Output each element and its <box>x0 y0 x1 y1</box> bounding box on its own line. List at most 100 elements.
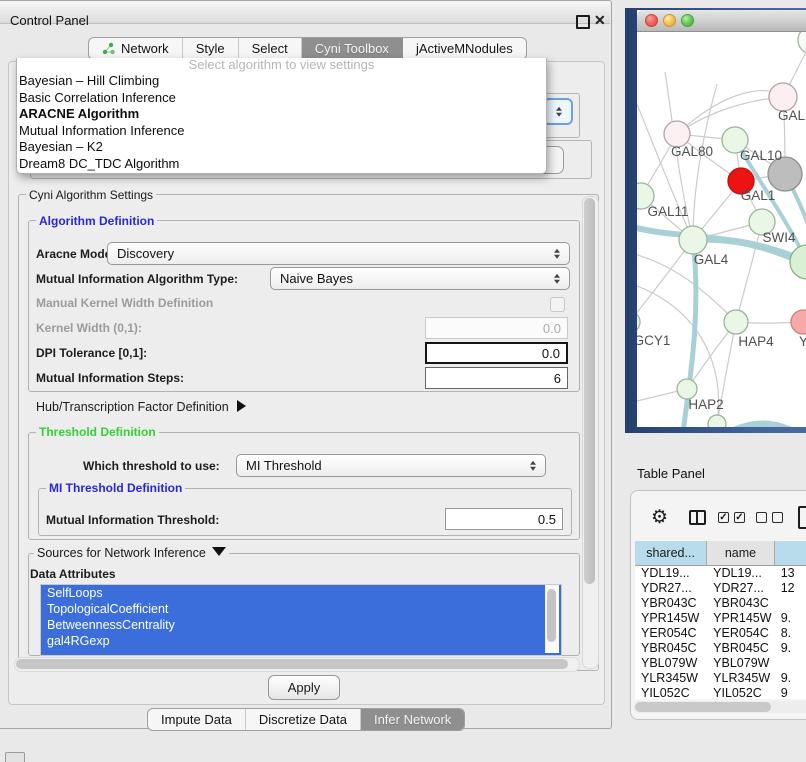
manual-kernel-checkbox[interactable] <box>550 297 565 312</box>
table-cell: YPR145W <box>707 611 775 626</box>
network-node-hap4[interactable] <box>724 310 748 334</box>
aracne-mode-select[interactable]: Discovery <box>107 242 570 265</box>
tab-impute-data[interactable]: Impute Data <box>148 709 246 730</box>
table-row[interactable]: YPR145WYPR145W9. <box>635 611 806 626</box>
algorithm-combobox-arrow[interactable] <box>543 98 573 125</box>
table-row[interactable]: YIL052CYIL052C9 <box>635 686 806 699</box>
screen: Control Panel ✕ Network StyleSelectCyni T… <box>0 0 806 762</box>
network-canvas[interactable]: GALGAL80GAL10GAL1GAL11SWI4GAL4GCY1HAP4YH… <box>637 32 806 427</box>
close-red-icon[interactable] <box>645 14 658 27</box>
unchecked-checkbox-icon[interactable] <box>756 512 767 523</box>
tab-style[interactable]: Style <box>183 38 239 59</box>
mi-threshold-field[interactable]: 0.5 <box>445 508 563 530</box>
gear-icon[interactable]: ⚙ <box>651 508 668 528</box>
algorithm-option[interactable]: Basic Correlation Inference <box>17 90 546 107</box>
split-columns-icon[interactable] <box>689 510 706 525</box>
table-row[interactable]: YDR27...YDR27...12 <box>635 581 806 596</box>
which-threshold-label: Which threshold to use: <box>83 459 220 473</box>
data-attribute-item[interactable]: SelfLoops <box>41 585 561 601</box>
expand-right-icon[interactable] <box>237 400 246 412</box>
algorithm-option[interactable]: Bayesian – K2 <box>17 139 546 156</box>
data-attribute-item[interactable]: BetweennessCentrality <box>41 617 561 633</box>
mi-threshold-label: Mutual Information Threshold: <box>46 513 219 527</box>
data-attribute-item[interactable]: TopologicalCoefficient <box>41 601 561 617</box>
minimize-yellow-icon[interactable] <box>663 14 676 27</box>
network-node[interactable] <box>790 245 806 279</box>
attributes-scrollbar-thumb[interactable] <box>547 589 556 642</box>
data-attributes-list[interactable]: SelfLoopsTopologicalCoefficientBetweenne… <box>40 584 562 656</box>
table-cell: YLR345W <box>707 671 775 686</box>
node-label: GCY1 <box>637 333 670 348</box>
control-panel-titlebar[interactable]: Control Panel ✕ <box>0 1 610 24</box>
cyni-bottom-tabbar: Impute DataDiscretize DataInfer Network <box>147 708 465 731</box>
mi-type-select[interactable]: Naive Bayes <box>270 267 570 290</box>
dpi-tolerance-label: DPI Tolerance [0,1]: <box>36 346 147 360</box>
table-cell: YBL079W <box>635 656 707 671</box>
minimized-panel-icon[interactable] <box>5 752 25 762</box>
network-node-y[interactable] <box>791 310 806 334</box>
settings-vertical-scrollbar-thumb[interactable] <box>584 198 595 584</box>
network-node-gcy1[interactable] <box>637 311 640 333</box>
column-header[interactable]: name <box>707 541 775 565</box>
table-horizontal-scrollbar-thumb[interactable] <box>635 702 771 712</box>
network-node[interactable] <box>708 415 726 427</box>
data-attributes-label: Data Attributes <box>30 567 116 581</box>
algorithm-option[interactable]: Mutual Information Inference <box>17 123 546 140</box>
sources-legend-label: Sources for Network Inference <box>37 546 206 560</box>
apply-button[interactable]: Apply <box>268 675 340 700</box>
table-row[interactable]: YBL079WYBL079W <box>635 656 806 671</box>
table-row[interactable]: YLR345WYLR345W9. <box>635 671 806 686</box>
mi-steps-field[interactable]: 6 <box>425 367 568 389</box>
checked-checkbox-icon[interactable]: ✓ <box>734 512 745 523</box>
close-icon[interactable]: ✕ <box>594 12 606 29</box>
network-window-titlebar[interactable] <box>637 10 806 32</box>
algorithm-option[interactable]: ARACNE Algorithm <box>17 106 546 123</box>
kernel-width-label: Kernel Width (0,1): <box>36 321 142 335</box>
tab-discretize-data[interactable]: Discretize Data <box>246 709 361 730</box>
network-node-gal4[interactable] <box>679 226 707 254</box>
unchecked-checkbox-icon[interactable] <box>772 512 783 523</box>
which-threshold-value: MI Threshold <box>246 458 322 473</box>
sources-legend[interactable]: Sources for Network Inference <box>34 546 229 560</box>
hub-section-toggle[interactable]: Hub/Transcription Factor Definition <box>36 400 246 414</box>
tab-select[interactable]: Select <box>239 38 302 59</box>
apply-button-label: Apply <box>288 680 321 695</box>
aracne-mode-label: Aracne Mode: <box>36 247 115 261</box>
zoom-green-icon[interactable] <box>681 14 694 27</box>
node-attribute-table[interactable]: shared...name YDL19...YDL19...13YDR27...… <box>635 541 806 699</box>
tab-label: Network <box>121 41 169 56</box>
data-attribute-item[interactable]: gal4RGexp <box>41 633 561 649</box>
table-row[interactable]: YDL19...YDL19...13 <box>635 566 806 581</box>
tab-cyni-toolbox[interactable]: Cyni Toolbox <box>302 38 403 59</box>
network-node[interactable] <box>798 32 806 54</box>
column-header[interactable]: shared... <box>635 541 707 565</box>
table-cell: 8. <box>775 626 806 641</box>
document-icon[interactable] <box>798 506 806 529</box>
table-cell: YBL079W <box>707 656 775 671</box>
cyni-algorithm-settings-legend: Cyni Algorithm Settings <box>26 188 156 202</box>
algorithm-definition-legend: Algorithm Definition <box>36 214 157 228</box>
algorithm-option[interactable]: Dream8 DC_TDC Algorithm <box>17 156 546 173</box>
checked-checkbox-icon[interactable]: ✓ <box>718 512 729 523</box>
table-cell: YDL19... <box>707 566 775 581</box>
manual-kernel-label: Manual Kernel Width Definition <box>36 296 213 310</box>
table-cell <box>775 596 806 611</box>
collapse-down-icon[interactable] <box>212 547 226 556</box>
network-node-hap2[interactable] <box>677 379 697 399</box>
algorithm-option[interactable]: Bayesian – Hill Climbing <box>17 73 546 90</box>
table-row[interactable]: YBR045CYBR045C9. <box>635 641 806 656</box>
table-panel-title: Table Panel <box>637 466 705 481</box>
table-row[interactable]: YER054CYER054C8. <box>635 626 806 641</box>
dpi-tolerance-field[interactable]: 0.0 <box>425 342 568 364</box>
tab-network[interactable]: Network <box>89 38 183 59</box>
mi-type-value: Naive Bayes <box>280 271 353 286</box>
float-icon[interactable] <box>576 15 590 29</box>
tab-jactivemnodules[interactable]: jActiveMNodules <box>403 38 526 59</box>
network-node-gal[interactable] <box>769 83 797 111</box>
table-row[interactable]: YBR043CYBR043C <box>635 596 806 611</box>
table-cell: YLR345W <box>635 671 707 686</box>
tab-infer-network[interactable]: Infer Network <box>361 709 464 730</box>
which-threshold-select[interactable]: MI Threshold <box>236 454 546 477</box>
column-header[interactable] <box>775 541 806 565</box>
settings-horizontal-scrollbar-thumb[interactable] <box>16 659 568 669</box>
